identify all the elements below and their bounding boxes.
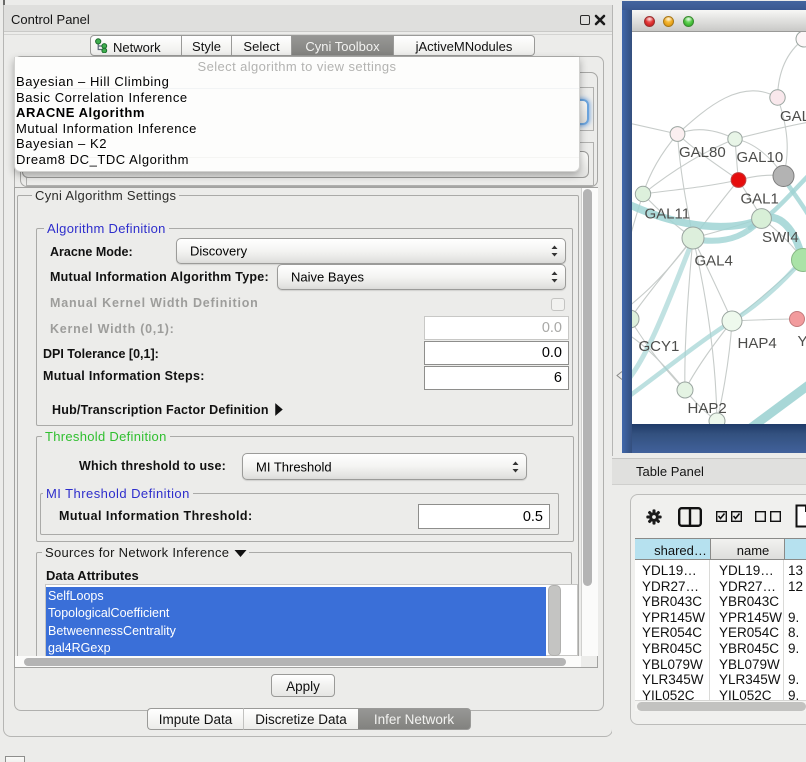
svg-text:HAP2: HAP2 [688, 400, 727, 417]
svg-text:SWI4: SWI4 [762, 229, 799, 246]
svg-text:GAL10: GAL10 [737, 149, 784, 166]
svg-text:GAL: GAL [780, 108, 806, 125]
svg-text:GAL1: GAL1 [741, 191, 779, 208]
svg-text:GAL11: GAL11 [645, 206, 691, 223]
svg-text:GCY1: GCY1 [639, 338, 680, 355]
svg-text:GAL80: GAL80 [679, 144, 726, 161]
svg-text:Y: Y [798, 333, 806, 350]
svg-text:HAP4: HAP4 [738, 335, 777, 352]
svg-text:GAL4: GAL4 [695, 253, 733, 270]
